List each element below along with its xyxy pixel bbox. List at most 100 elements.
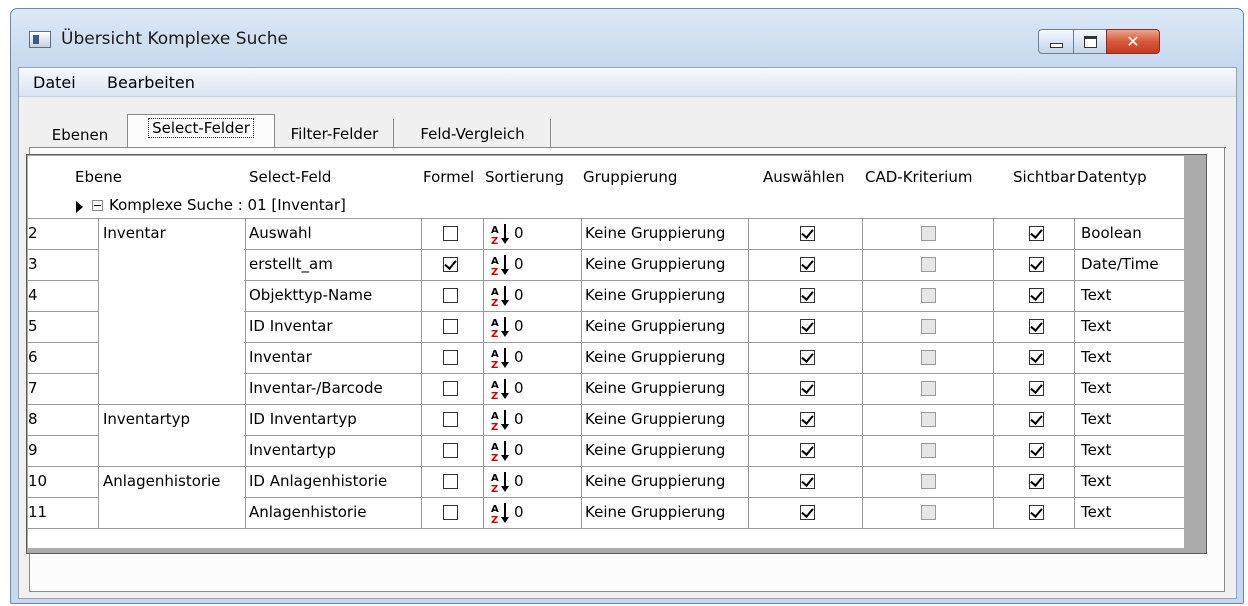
maximize-button[interactable] (1073, 29, 1107, 54)
formel-checkbox[interactable] (443, 505, 458, 520)
cell-sortierung[interactable]: 0 (514, 472, 524, 490)
cell-select-feld[interactable]: erstellt_am (249, 255, 333, 273)
cell-select-feld[interactable]: Auswahl (249, 224, 312, 242)
sort-az-icon[interactable]: AZ (490, 409, 510, 433)
header-select-feld[interactable]: Select-Feld (249, 168, 331, 186)
sichtbar-checkbox[interactable] (1029, 288, 1044, 303)
table-row[interactable]: 5 ID Inventar A Z 0 Keine Gruppierung Text (28, 311, 1184, 342)
formel-checkbox[interactable] (443, 474, 458, 489)
cell-select-feld[interactable]: Inventar-/Barcode (249, 379, 383, 397)
cell-sortierung[interactable]: 0 (514, 348, 524, 366)
header-datentyp[interactable]: Datentyp (1077, 168, 1147, 186)
sichtbar-checkbox[interactable] (1029, 226, 1044, 241)
sort-az-icon[interactable]: AZ (490, 316, 510, 340)
table-row[interactable]: 8 Inventartyp ID Inventartyp A Z 0 Keine Grupp… (28, 404, 1184, 435)
table-row[interactable]: 10 Anlagenhistorie ID Anlagenhistorie A Z 0 Ke… (28, 466, 1184, 497)
tab-select-felder[interactable]: Select-Felder (127, 114, 275, 148)
sichtbar-checkbox[interactable] (1029, 350, 1044, 365)
cell-gruppierung[interactable]: Keine Gruppierung (585, 317, 725, 335)
sort-az-icon[interactable]: AZ (490, 285, 510, 309)
auswaehlen-checkbox[interactable] (800, 257, 815, 272)
cell-gruppierung[interactable]: Keine Gruppierung (585, 255, 725, 273)
cell-select-feld[interactable]: ID Anlagenhistorie (249, 472, 387, 490)
sort-az-icon[interactable]: AZ (490, 378, 510, 402)
cell-select-feld[interactable]: ID Inventar (249, 317, 333, 335)
sort-az-icon[interactable]: AZ (490, 347, 510, 371)
cell-select-feld[interactable]: Objekttyp-Name (249, 286, 372, 304)
menu-datei[interactable]: Datei (33, 73, 76, 92)
cell-gruppierung[interactable]: Keine Gruppierung (585, 472, 725, 490)
table-row[interactable]: 2 Inventar Auswahl A Z 0 Keine Gruppierung Bool… (28, 218, 1184, 249)
tab-filter-felder[interactable]: Filter-Felder (276, 119, 394, 149)
cell-gruppierung[interactable]: Keine Gruppierung (585, 224, 725, 242)
formel-checkbox[interactable] (443, 443, 458, 458)
sichtbar-checkbox[interactable] (1029, 505, 1044, 520)
auswaehlen-checkbox[interactable] (800, 505, 815, 520)
cell-sortierung[interactable]: 0 (514, 255, 524, 273)
minimize-button[interactable] (1038, 29, 1074, 54)
cell-sortierung[interactable]: 0 (514, 503, 524, 521)
tab-ebenen[interactable]: Ebenen (34, 120, 126, 150)
header-formel[interactable]: Formel (423, 168, 474, 186)
auswaehlen-checkbox[interactable] (800, 288, 815, 303)
formel-checkbox[interactable] (443, 412, 458, 427)
sichtbar-checkbox[interactable] (1029, 319, 1044, 334)
collapse-group-icon[interactable] (92, 200, 103, 211)
table-row[interactable]: 4 Objekttyp-Name A Z 0 Keine Gruppierung Text (28, 280, 1184, 311)
cell-sortierung[interactable]: 0 (514, 286, 524, 304)
formel-checkbox[interactable] (443, 381, 458, 396)
cell-select-feld[interactable]: Anlagenhistorie (249, 503, 367, 521)
cell-select-feld[interactable]: ID Inventartyp (249, 410, 357, 428)
cell-gruppierung[interactable]: Keine Gruppierung (585, 348, 725, 366)
select-fields-grid[interactable]: Ebene Select-Feld Formel Sortierung Grup… (26, 154, 1207, 554)
sichtbar-checkbox[interactable] (1029, 474, 1044, 489)
table-row[interactable]: 9 Inventartyp A Z 0 Keine Gruppierung Text (28, 435, 1184, 466)
auswaehlen-checkbox[interactable] (800, 412, 815, 427)
expand-arrow-icon[interactable] (76, 201, 83, 213)
auswaehlen-checkbox[interactable] (800, 474, 815, 489)
menu-bearbeiten[interactable]: Bearbeiten (107, 73, 195, 92)
sichtbar-checkbox[interactable] (1029, 257, 1044, 272)
auswaehlen-checkbox[interactable] (800, 319, 815, 334)
sichtbar-checkbox[interactable] (1029, 443, 1044, 458)
table-row[interactable]: 7 Inventar-/Barcode A Z 0 Keine Gruppierung Te… (28, 373, 1184, 404)
cell-sortierung[interactable]: 0 (514, 224, 524, 242)
auswaehlen-checkbox[interactable] (800, 381, 815, 396)
cell-gruppierung[interactable]: Keine Gruppierung (585, 503, 725, 521)
tab-feld-vergleich[interactable]: Feld-Vergleich (395, 119, 551, 149)
sort-az-icon[interactable]: AZ (490, 502, 510, 526)
cell-gruppierung[interactable]: Keine Gruppierung (585, 286, 725, 304)
formel-checkbox[interactable] (443, 288, 458, 303)
header-ebene[interactable]: Ebene (75, 168, 122, 186)
title-bar[interactable]: Übersicht Komplexe Suche ✕ (11, 9, 1243, 67)
auswaehlen-checkbox[interactable] (800, 226, 815, 241)
cell-sortierung[interactable]: 0 (514, 379, 524, 397)
formel-checkbox[interactable] (443, 350, 458, 365)
cell-gruppierung[interactable]: Keine Gruppierung (585, 441, 725, 459)
sort-az-icon[interactable]: AZ (490, 223, 510, 247)
sichtbar-checkbox[interactable] (1029, 412, 1044, 427)
cell-sortierung[interactable]: 0 (514, 441, 524, 459)
cell-sortierung[interactable]: 0 (514, 317, 524, 335)
header-gruppierung[interactable]: Gruppierung (583, 168, 677, 186)
sichtbar-checkbox[interactable] (1029, 381, 1044, 396)
close-button[interactable]: ✕ (1106, 29, 1160, 54)
formel-checkbox[interactable] (443, 319, 458, 334)
header-sortierung[interactable]: Sortierung (485, 168, 564, 186)
formel-checkbox[interactable] (443, 257, 458, 272)
auswaehlen-checkbox[interactable] (800, 350, 815, 365)
sort-az-icon[interactable]: AZ (490, 440, 510, 464)
sort-az-icon[interactable]: AZ (490, 254, 510, 278)
header-cad-kriterium[interactable]: CAD-Kriterium (865, 168, 972, 186)
cell-select-feld[interactable]: Inventar (249, 348, 312, 366)
auswaehlen-checkbox[interactable] (800, 443, 815, 458)
formel-checkbox[interactable] (443, 226, 458, 241)
cell-gruppierung[interactable]: Keine Gruppierung (585, 410, 725, 428)
header-auswaehlen[interactable]: Auswählen (763, 168, 844, 186)
header-sichtbar[interactable]: Sichtbar (1013, 168, 1075, 186)
table-row[interactable]: 6 Inventar A Z 0 Keine Gruppierung Text (28, 342, 1184, 373)
table-row[interactable]: 3 erstellt_am A Z 0 Keine Gruppierung Date/Tim… (28, 249, 1184, 280)
cell-sortierung[interactable]: 0 (514, 410, 524, 428)
cell-gruppierung[interactable]: Keine Gruppierung (585, 379, 725, 397)
table-row[interactable]: 11 Anlagenhistorie A Z 0 Keine Gruppierung Tex… (28, 497, 1184, 528)
